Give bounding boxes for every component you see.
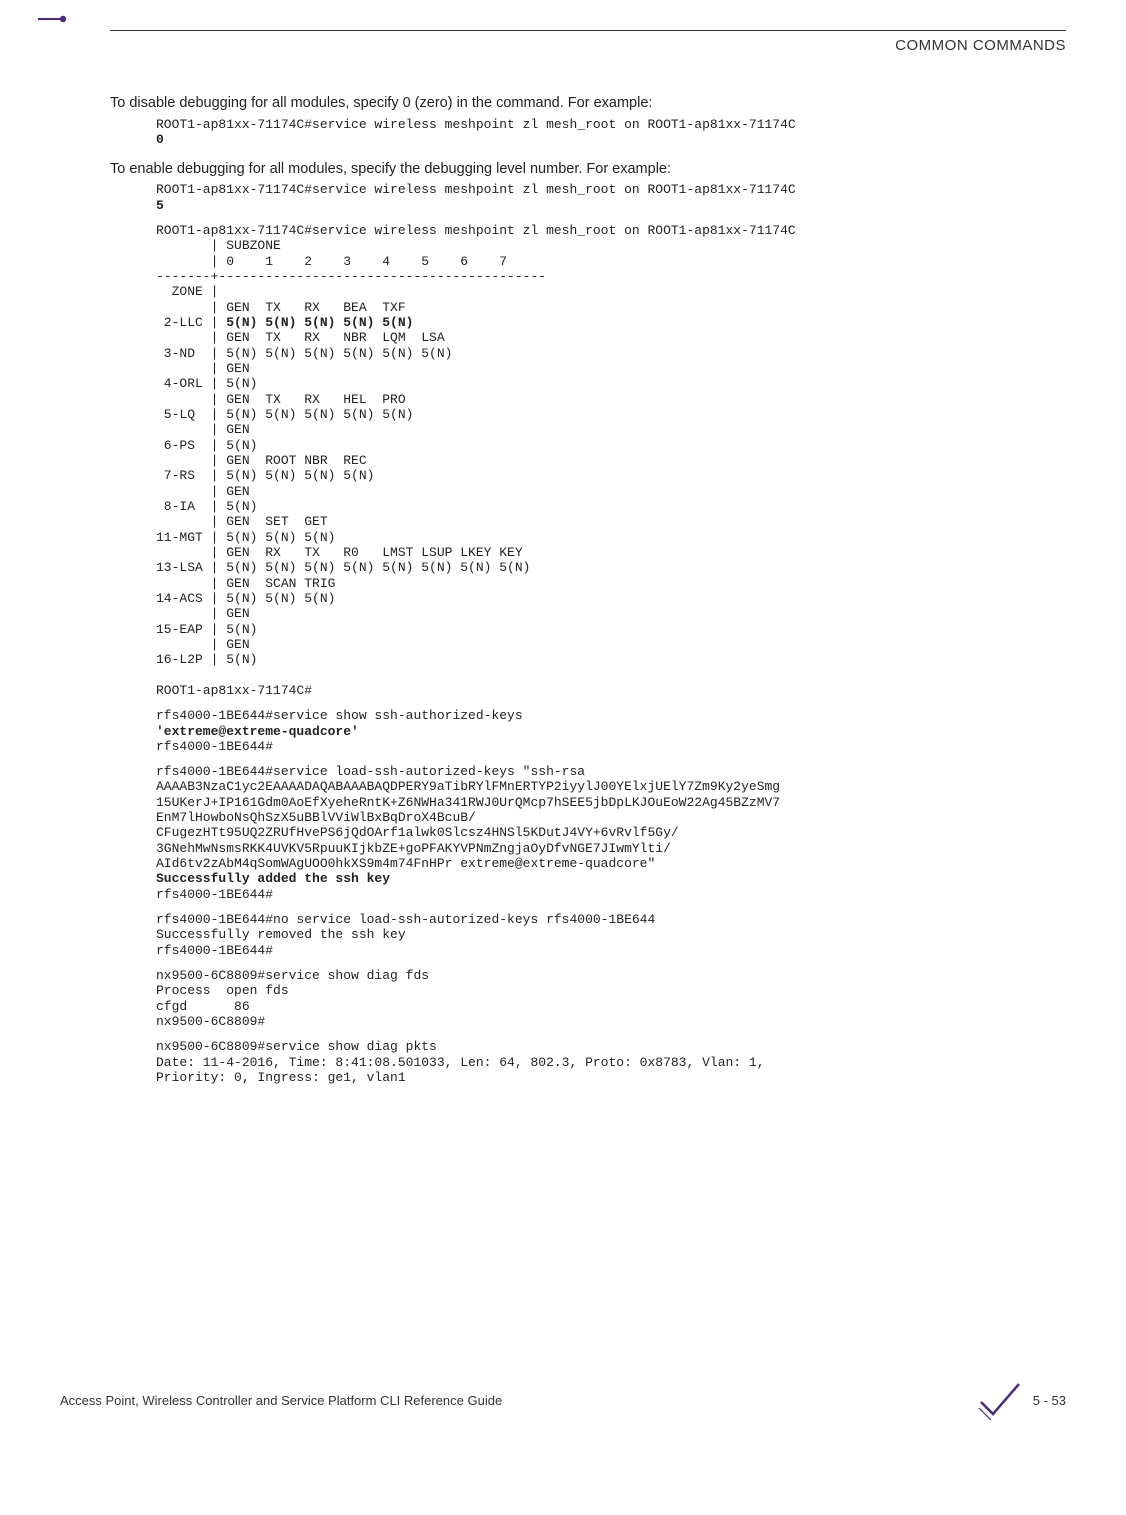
cmd-disable-line: ROOT1-ap81xx-71174C#service wireless mes…: [156, 117, 804, 132]
tbl-r22: 13-LSA | 5(N) 5(N) 5(N) 5(N) 5(N) 5(N) 5…: [156, 560, 530, 575]
cmd-enable: ROOT1-ap81xx-71174C#service wireless mes…: [156, 182, 1066, 213]
tbl-r08: 3-ND | 5(N) 5(N) 5(N) 5(N) 5(N) 5(N): [156, 346, 452, 361]
b3-l1: rfs4000-1BE644#service load-ssh-autorize…: [156, 764, 593, 779]
footer-page-box: 5 - 53: [977, 1378, 1066, 1422]
tbl-r05: | GEN TX RX BEA TXF: [156, 300, 406, 315]
tbl-r20: 11-MGT | 5(N) 5(N) 5(N): [156, 530, 335, 545]
para-disable: To disable debugging for all modules, sp…: [110, 94, 1066, 113]
tbl-head: ROOT1-ap81xx-71174C#service wireless mes…: [156, 223, 796, 238]
para-enable: To enable debugging for all modules, spe…: [110, 160, 1066, 179]
checkmark-icon: [977, 1378, 1021, 1422]
tbl-r25: | GEN: [156, 606, 250, 621]
tbl-r06a: 2-LLC |: [156, 315, 226, 330]
b5-l1: nx9500-6C8809#service show diag fds: [156, 968, 429, 983]
block-show-keys: rfs4000-1BE644#service show ssh-authoriz…: [156, 708, 1066, 754]
b2-l3: rfs4000-1BE644#: [156, 739, 273, 754]
tbl-r30: ROOT1-ap81xx-71174C#: [156, 683, 312, 698]
tbl-r04: ZONE |: [156, 284, 218, 299]
tbl-r12: 5-LQ | 5(N) 5(N) 5(N) 5(N) 5(N): [156, 407, 413, 422]
b3-l4: EnM7lHowboNsQhSzX5uBBlVViWlBxBqDroX4BcuB…: [156, 810, 476, 825]
b6-l3: Priority: 0, Ingress: ge1, vlan1: [156, 1070, 406, 1085]
b6-l2: Date: 11-4-2016, Time: 8:41:08.501033, L…: [156, 1055, 772, 1070]
tbl-r16: 7-RS | 5(N) 5(N) 5(N) 5(N): [156, 468, 374, 483]
page-header-title: COMMON COMMANDS: [110, 37, 1066, 54]
tbl-r10: 4-ORL | 5(N): [156, 376, 257, 391]
tbl-r13: | GEN: [156, 422, 250, 437]
b3-l7: AId6tv2zAbM4qSomWAgUOO0hkXS9m4m74FnHPr e…: [156, 856, 655, 871]
b3-l9: rfs4000-1BE644#: [156, 887, 273, 902]
footer-page-number: 5 - 53: [1033, 1393, 1066, 1408]
b5-l3: cfgd 86: [156, 999, 250, 1014]
b2-l1: rfs4000-1BE644#service show ssh-authoriz…: [156, 708, 523, 723]
tbl-r09: | GEN: [156, 361, 250, 376]
tbl-r17: | GEN: [156, 484, 250, 499]
b4-l1: rfs4000-1BE644#no service load-ssh-autor…: [156, 912, 655, 927]
tbl-r28: 16-L2P | 5(N): [156, 652, 257, 667]
b6-l1: nx9500-6C8809#service show diag pkts: [156, 1039, 437, 1054]
b4-l3: rfs4000-1BE644#: [156, 943, 273, 958]
block-diag-pkts: nx9500-6C8809#service show diag pkts Dat…: [156, 1039, 1066, 1085]
b3-l2: AAAAB3NzaC1yc2EAAAADAQABAAABAQDPERY9aTib…: [156, 779, 780, 794]
tbl-r26: 15-EAP | 5(N): [156, 622, 257, 637]
tbl-r06b: 5(N) 5(N) 5(N) 5(N) 5(N): [226, 315, 413, 330]
b3-l3: 15UKerJ+IP161Gdm0AoEfXyeheRntK+Z6NWHa341…: [156, 795, 780, 810]
tbl-r19: | GEN SET GET: [156, 514, 328, 529]
tbl-r11: | GEN TX RX HEL PRO: [156, 392, 406, 407]
b3-l8: Successfully added the ssh key: [156, 871, 390, 886]
tbl-r15: | GEN ROOT NBR REC: [156, 453, 367, 468]
block-no-service: rfs4000-1BE644#no service load-ssh-autor…: [156, 912, 1066, 958]
cmd-enable-line: ROOT1-ap81xx-71174C#service wireless mes…: [156, 182, 804, 197]
b3-l5: CFugezHTt95UQ2ZRUfHvePS6jQdOArf1alwk0Slc…: [156, 825, 679, 840]
b4-l2: Successfully removed the ssh key: [156, 927, 406, 942]
zone-table: ROOT1-ap81xx-71174C#service wireless mes…: [156, 223, 1066, 698]
tbl-r18: 8-IA | 5(N): [156, 499, 257, 514]
tbl-r23: | GEN SCAN TRIG: [156, 576, 335, 591]
b2-l2: 'extreme@extreme-quadcore': [156, 724, 359, 739]
block-diag-fds: nx9500-6C8809#service show diag fds Proc…: [156, 968, 1066, 1029]
b5-l4: nx9500-6C8809#: [156, 1014, 265, 1029]
b3-l6: 3GNehMwNsmsRKK4UVKV5RpuuKIjkbZE+goPFAKYV…: [156, 841, 671, 856]
tbl-r07: | GEN TX RX NBR LQM LSA: [156, 330, 445, 345]
tbl-r14: 6-PS | 5(N): [156, 438, 257, 453]
cmd-disable: ROOT1-ap81xx-71174C#service wireless mes…: [156, 117, 1066, 148]
tbl-r27: | GEN: [156, 637, 250, 652]
tbl-r01: | SUBZONE: [156, 238, 281, 253]
cmd-enable-arg: 5: [156, 198, 164, 213]
tbl-r21: | GEN RX TX R0 LMST LSUP LKEY KEY: [156, 545, 523, 560]
tbl-r24: 14-ACS | 5(N) 5(N) 5(N): [156, 591, 335, 606]
block-load-keys: rfs4000-1BE644#service load-ssh-autorize…: [156, 764, 1066, 902]
cmd-disable-arg: 0: [156, 132, 164, 147]
b5-l2: Process open fds: [156, 983, 289, 998]
tbl-r02: | 0 1 2 3 4 5 6 7: [156, 254, 507, 269]
footer-guide-title: Access Point, Wireless Controller and Se…: [60, 1393, 502, 1408]
tbl-r03: -------+--------------------------------…: [156, 269, 546, 284]
header-rule: [110, 30, 1066, 31]
